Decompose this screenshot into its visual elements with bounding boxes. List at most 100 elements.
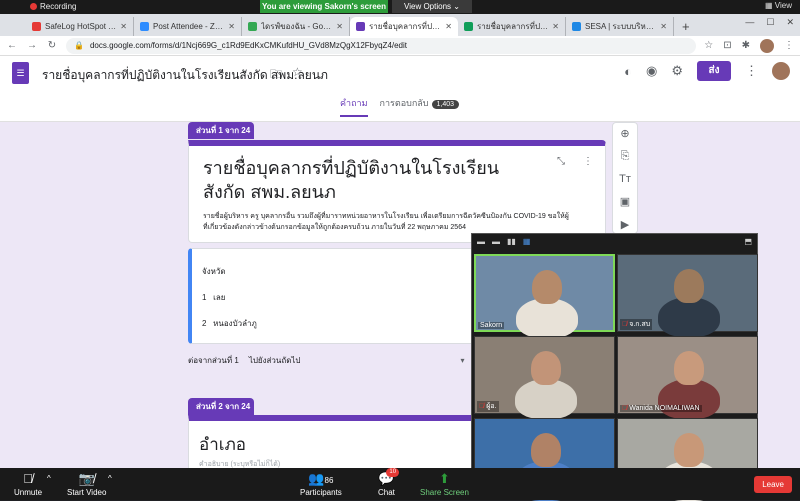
back-icon[interactable]: ← [6, 40, 18, 51]
tab-title: SESA | ระบบบริหารสารสนเท [585, 22, 656, 31]
participant-tile[interactable]: 🎙̸ จ.ก.สบ [617, 254, 758, 337]
recording-indicator[interactable]: Recording [30, 2, 76, 11]
browser-tab[interactable]: SafeLog HotSpot Wifi ✕ [26, 17, 134, 36]
send-button[interactable]: ส่ง [697, 61, 731, 81]
tab-responses-label: การตอบกลับ [379, 98, 429, 108]
view-options-button[interactable]: View Options ⌄ [392, 0, 472, 13]
after-section-row: ต่อจากส่วนที่ 1 ไปยังส่วนถัดไป ▾ [188, 354, 465, 367]
tab-responses[interactable]: การตอบกลับ 1,403 [380, 96, 460, 117]
share-screen-button[interactable]: ⬆ Share Screen [420, 470, 469, 497]
account-avatar[interactable] [772, 62, 790, 80]
reload-icon[interactable]: ↻ [46, 40, 58, 51]
participants-label: Participants [300, 488, 342, 497]
participant-name-tag: Sakorn [478, 322, 505, 329]
tab-questions[interactable]: คำถาม [340, 96, 368, 117]
browser-tab[interactable]: ไดรฟ์ของฉัน - Google ไดรฟ์ ✕ [242, 17, 350, 36]
participant-tile[interactable]: 🎙̸ ผู้อ. [474, 336, 615, 419]
list-item[interactable]: 1 เลย [202, 291, 225, 304]
close-tab-icon[interactable]: ✕ [552, 22, 559, 31]
participant-name-tag: 🎙̸ ผู้อ. [477, 401, 499, 412]
zoom-top-bar: Recording You are viewing Sakorn's scree… [0, 0, 800, 14]
section2-title[interactable]: อำเภอ [199, 431, 246, 458]
avatar[interactable] [760, 38, 774, 53]
close-tab-icon[interactable]: ✕ [445, 22, 452, 31]
extension-icon[interactable]: ⊡ [723, 40, 731, 51]
tab-favicon-icon [464, 22, 473, 31]
collapse-icon[interactable]: ⤡ [557, 156, 565, 167]
audio-options-chevron-icon[interactable]: ^ [47, 474, 51, 483]
expand-icon[interactable]: ⬒ [744, 237, 752, 246]
participant-video-body [516, 298, 578, 338]
maximize-icon[interactable]: ☐ [766, 17, 774, 28]
close-tab-icon[interactable]: ✕ [336, 22, 343, 31]
minimize-icon[interactable]: — [745, 17, 754, 28]
video-off-icon: 📷̸ [78, 471, 95, 486]
title-card[interactable]: รายชื่อบุคลากรที่ปฏิบัติงานในโรงเรียนสัง… [188, 140, 606, 243]
participant-video-head [674, 351, 704, 385]
form-description[interactable]: รายชื่อผู้บริหาร ครู บุคลากรอื่น รวมถึงผ… [203, 211, 573, 233]
muted-mic-icon: 🎙̸ [23, 471, 33, 486]
unmute-label: Unmute [14, 488, 43, 497]
form-title-heading[interactable]: รายชื่อบุคลากรที่ปฏิบัติงานในโรงเรียนสัง… [203, 156, 533, 204]
share-screen-icon: ⬆ [439, 471, 450, 486]
menu-icon[interactable]: ⋮ [784, 40, 794, 51]
close-icon[interactable]: ✕ [786, 17, 794, 28]
muted-mic-icon: 🎙̸ [622, 321, 628, 328]
import-questions-icon[interactable]: ⎘ [613, 150, 637, 165]
more-icon[interactable]: ⋮ [583, 156, 593, 167]
forms-logo-icon[interactable]: ☰ [12, 62, 29, 84]
browser-tab[interactable]: รายชื่อบุคลากรที่ปฏิบัติงานในโรง ✕ [458, 17, 566, 36]
side-view-icon[interactable]: ▮▮ [507, 237, 516, 246]
tab-title: Post Attendee - Zoom [153, 22, 225, 31]
puzzle-icon[interactable]: ✱ [742, 40, 750, 51]
participant-tile[interactable]: 🎙̸ Wanida NOIMALIWAN [617, 336, 758, 419]
browser-tab[interactable]: Post Attendee - Zoom ✕ [134, 17, 242, 36]
zoom-gallery-window[interactable]: ▬ ▬ ▮▮ ▦ ⬒ Sakorn 🎙̸ จ.ก.สบ 🎙̸ ผู้อ. 🎙̸ Wanida… [471, 233, 758, 501]
add-image-icon[interactable]: ▣ [613, 195, 637, 210]
star-icon[interactable]: ☆ [704, 40, 713, 51]
list-item[interactable]: 2 หนองบัวลำภู [202, 317, 257, 330]
palette-icon[interactable]: ◐ [624, 64, 632, 79]
new-tab-icon[interactable]: + [674, 17, 698, 36]
forward-icon[interactable]: → [26, 40, 38, 51]
question-card[interactable]: จังหวัด 1 เลย 2 หนองบัวลำภู [188, 248, 488, 344]
add-video-icon[interactable]: ▶ [613, 218, 637, 233]
tab-title: รายชื่อบุคลากรที่ปฏิบัติงานในโรงเ [369, 22, 442, 31]
browser-tab[interactable]: SESA | ระบบบริหารสารสนเท ✕ [566, 17, 674, 36]
unmute-button[interactable]: 🎙̸ Unmute [14, 470, 42, 497]
start-video-label: Start Video [67, 488, 107, 497]
view-button[interactable]: ▦ View [765, 1, 792, 10]
tab-title: ไดรฟ์ของฉัน - Google ไดรฟ์ [261, 22, 332, 31]
start-video-button[interactable]: 📷̸ Start Video [67, 470, 106, 497]
more-menu-icon[interactable]: ⋮ [745, 63, 758, 79]
preview-eye-icon[interactable]: ◉ [646, 63, 657, 79]
after-section-select[interactable]: ไปยังส่วนถัดไป [249, 354, 301, 367]
question-title[interactable]: จังหวัด [202, 265, 226, 278]
video-options-chevron-icon[interactable]: ^ [108, 474, 112, 483]
dropdown-arrow-icon[interactable]: ▾ [461, 356, 465, 365]
section-label: ส่วนที่ 2 จาก 24 [188, 398, 254, 415]
settings-gear-icon[interactable]: ⚙ [671, 63, 683, 79]
forms-header: ☰ รายชื่อบุคลากรที่ปฏิบัติงานในโรงเรียนส… [0, 56, 800, 122]
url-text: docs.google.com/forms/d/1Ncj669G_c1Rd9Ed… [89, 41, 408, 50]
participants-button[interactable]: 👥86 Participants [300, 470, 342, 497]
star-icon[interactable]: ☆ [292, 65, 303, 86]
url-input[interactable]: 🔒 docs.google.com/forms/d/1Ncj669G_c1Rd9… [66, 37, 697, 54]
option-number: 1 [202, 293, 207, 302]
minimize-icon[interactable]: ▬ [477, 237, 485, 246]
browser-tab[interactable]: รายชื่อบุคลากรที่ปฏิบัติงานในโรงเ✕ [350, 17, 458, 36]
add-title-icon[interactable]: Tт [613, 173, 637, 188]
close-tab-icon[interactable]: ✕ [660, 22, 667, 31]
close-tab-icon[interactable]: ✕ [228, 22, 235, 31]
single-view-icon[interactable]: ▬ [492, 237, 500, 246]
add-question-icon[interactable]: ⊕ [613, 127, 637, 142]
close-tab-icon[interactable]: ✕ [120, 22, 127, 31]
participant-tile[interactable]: Sakorn [474, 254, 615, 338]
leave-button[interactable]: Leave [754, 476, 792, 493]
folder-icon[interactable]: 🗀 [270, 65, 282, 86]
gallery-view-icon[interactable]: ▦ [523, 237, 531, 246]
section2-card[interactable]: อำเภอ คำอธิบาย (ระบุหรือไม่ก็ได้) [188, 415, 488, 475]
tab-favicon-icon [140, 22, 149, 31]
chat-button[interactable]: 💬 10 Chat [378, 468, 400, 497]
view-label: View [774, 1, 792, 10]
